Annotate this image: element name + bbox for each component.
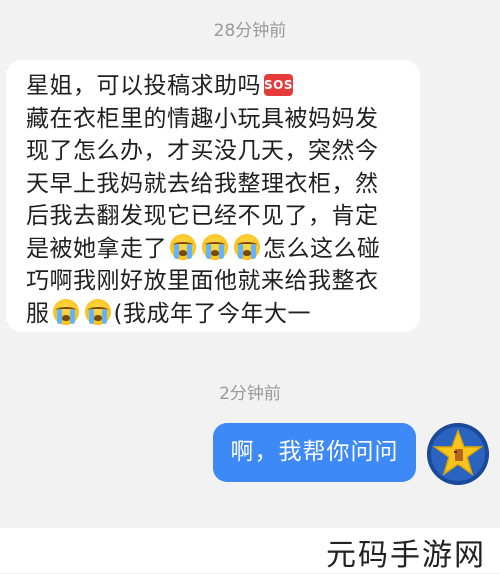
crying-face-icon: [52, 299, 79, 325]
message-line: 现了怎么办，才买没几天，突然今: [26, 138, 379, 164]
message-line: 藏在衣柜里的情趣小玩具被妈妈发: [26, 105, 379, 132]
message-line: 星姐，可以投稿求助吗: [26, 73, 261, 99]
watermark-bar: 元码手游网: [0, 528, 500, 573]
message-line: 是被她拿走了: [26, 235, 167, 262]
message-line: 巧啊我刚好放里面他就来给我整衣: [26, 268, 379, 294]
star-avatar-icon[interactable]: [427, 423, 489, 485]
crying-face-icon: [84, 299, 111, 325]
crying-face-icon: [234, 234, 260, 260]
crying-face-icon: [170, 234, 196, 260]
message-line: (我成年了今年大一: [113, 300, 311, 327]
incoming-message-text: 星姐，可以投稿求助吗 SOS 藏在衣柜里的情趣小玩具被妈妈发 现了怎么办，才买没几…: [26, 70, 416, 330]
message-line: 天早上我妈就去给我整理衣柜，然: [26, 170, 379, 197]
message-line: 服: [26, 300, 50, 327]
crying-face-icon: [202, 234, 228, 260]
outgoing-message-bubble[interactable]: 啊，我帮你问问: [213, 423, 416, 482]
timestamp: 2分钟前: [219, 384, 281, 404]
message-line: 怎么这么碰: [263, 235, 381, 262]
watermark-text: 元码手游网: [326, 538, 486, 573]
timestamp: 28分钟前: [213, 21, 287, 41]
sos-icon: SOS: [264, 73, 293, 96]
message-line: 后我去翻发现它已经不见了，肯定: [26, 203, 379, 229]
incoming-message-bubble[interactable]: 星姐，可以投稿求助吗 SOS 藏在衣柜里的情趣小玩具被妈妈发 现了怎么办，才买没几…: [6, 60, 420, 332]
